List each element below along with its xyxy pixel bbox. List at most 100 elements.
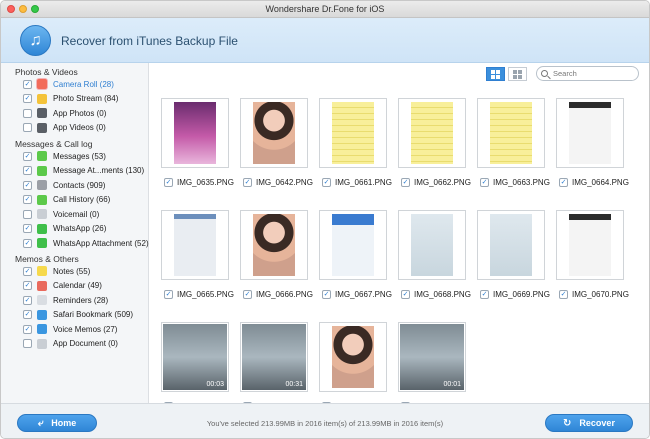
file-checkbox[interactable]	[559, 178, 568, 187]
whatsapp-attachment-icon	[37, 238, 47, 248]
voice-memos-icon	[37, 324, 47, 334]
app-videos-icon	[37, 122, 47, 133]
sidebar-item[interactable]: App Photos (0)	[23, 107, 106, 119]
chat-screenshot-thumbnail	[490, 214, 532, 276]
sidebar-category-heading: Photos & Videos	[15, 67, 78, 77]
sidebar-item-label: WhatsApp (26)	[53, 224, 107, 233]
notes-thumbnail	[490, 102, 532, 164]
file-thumbnail[interactable]	[556, 210, 624, 280]
file-thumbnail[interactable]	[556, 98, 624, 168]
file-thumbnail[interactable]: 00:03	[161, 322, 229, 392]
app-screenshot-thumbnail	[332, 214, 374, 276]
file-thumbnail[interactable]	[398, 98, 466, 168]
sidebar-item[interactable]: Photo Stream (84)	[23, 93, 118, 105]
sidebar-category-heading: Memos & Others	[15, 254, 79, 264]
camera-roll-icon	[37, 79, 47, 89]
sidebar-item-checkbox[interactable]	[23, 79, 32, 89]
notes-icon	[37, 266, 47, 276]
video-thumbnail: 00:31	[242, 324, 306, 390]
list-view-button[interactable]	[508, 67, 527, 81]
sidebar-item[interactable]: App Document (0)	[23, 338, 118, 350]
sidebar-item[interactable]: WhatsApp (26)	[23, 223, 106, 235]
sidebar-item[interactable]: Messages (53)	[23, 150, 106, 162]
sidebar-item-checkbox[interactable]	[23, 310, 32, 319]
file-checkbox[interactable]	[480, 290, 489, 299]
sidebar-item[interactable]: Reminders (28)	[23, 294, 108, 306]
file-label: IMG_0669.PNG	[480, 290, 550, 299]
sidebar-item[interactable]: Voice Memos (27)	[23, 323, 117, 335]
file-thumbnail[interactable]	[477, 210, 545, 280]
file-checkbox[interactable]	[164, 290, 173, 299]
sidebar-item-checkbox[interactable]	[23, 108, 32, 118]
file-thumbnail[interactable]	[319, 210, 387, 280]
sidebar-item-checkbox[interactable]	[23, 324, 32, 334]
file-label: IMG_0661.PNG	[322, 178, 392, 187]
sidebar-item-checkbox[interactable]	[23, 224, 32, 233]
recover-button[interactable]: ↻ Recover	[545, 414, 633, 432]
sidebar-category-heading: Messages & Call log	[15, 139, 93, 149]
file-thumbnail[interactable]: 00:31	[240, 322, 308, 392]
sidebar-item[interactable]: Contacts (909)	[23, 179, 105, 191]
file-checkbox[interactable]	[559, 290, 568, 299]
video-duration: 00:03	[206, 381, 224, 388]
video-thumbnail: 00:03	[163, 324, 227, 390]
grid-view-button[interactable]	[486, 67, 505, 81]
file-thumbnail[interactable]	[240, 210, 308, 280]
sidebar-item[interactable]: Camera Roll (28)	[23, 78, 114, 90]
sidebar-item[interactable]: Safari Bookmark (509)	[23, 309, 133, 321]
app-photos-icon	[37, 108, 47, 118]
app-document-icon	[37, 338, 47, 349]
messages-icon	[37, 151, 47, 161]
sidebar-item-label: App Photos (0)	[53, 108, 107, 118]
sidebar-item[interactable]: Notes (55)	[23, 265, 90, 277]
sidebar-item-checkbox[interactable]	[23, 238, 32, 248]
file-checkbox[interactable]	[243, 290, 252, 299]
sidebar-item-checkbox[interactable]	[23, 339, 32, 348]
sidebar-item-label: Voicemail (0)	[53, 209, 100, 219]
sidebar-item[interactable]: App Videos (0)	[23, 122, 106, 134]
file-checkbox[interactable]	[322, 178, 331, 187]
sidebar-item-checkbox[interactable]	[23, 180, 32, 190]
sidebar-item-checkbox[interactable]	[23, 295, 32, 305]
lockscreen-thumbnail	[174, 102, 216, 164]
file-name: IMG_0666.PNG	[256, 290, 313, 299]
sidebar-item-checkbox[interactable]	[23, 195, 32, 204]
file-checkbox[interactable]	[401, 290, 410, 299]
file-thumbnail[interactable]	[398, 210, 466, 280]
file-label: IMG_0666.PNG	[243, 290, 313, 299]
sidebar-item-label: Message At...ments (130)	[53, 166, 145, 175]
sidebar-item-checkbox[interactable]	[23, 266, 32, 276]
sidebar-item-label: App Document (0)	[53, 339, 118, 348]
file-thumbnail[interactable]	[161, 98, 229, 168]
sidebar-item-checkbox[interactable]	[23, 151, 32, 161]
sidebar-item[interactable]: Calendar (49)	[23, 280, 102, 292]
file-thumbnail[interactable]	[319, 322, 387, 392]
grid-view-icon	[491, 69, 500, 79]
sidebar-item-checkbox[interactable]	[23, 281, 32, 290]
sidebar-item-checkbox[interactable]	[23, 123, 32, 132]
sidebar-item-label: Call History (66)	[53, 195, 111, 204]
file-thumbnail[interactable]	[240, 98, 308, 168]
settings-screenshot-thumbnail	[174, 214, 216, 276]
file-thumbnail[interactable]	[477, 98, 545, 168]
content-toolbar	[149, 63, 649, 85]
file-name: IMG_0662.PNG	[414, 178, 471, 187]
window-title: Wondershare Dr.Fone for iOS	[265, 4, 385, 14]
file-checkbox[interactable]	[322, 290, 331, 299]
file-thumbnail[interactable]	[161, 210, 229, 280]
sidebar-item[interactable]: Call History (66)	[23, 194, 110, 206]
file-checkbox[interactable]	[243, 178, 252, 187]
list-view-icon	[513, 69, 522, 79]
file-checkbox[interactable]	[401, 178, 410, 187]
search-input[interactable]	[536, 66, 639, 81]
file-checkbox[interactable]	[164, 178, 173, 187]
file-checkbox[interactable]	[480, 178, 489, 187]
sidebar-item[interactable]: Voicemail (0)	[23, 208, 99, 220]
sidebar-item[interactable]: Message At...ments (130)	[23, 165, 144, 177]
file-thumbnail[interactable]: 00:01	[398, 322, 466, 392]
sidebar-item-checkbox[interactable]	[23, 166, 32, 175]
sidebar-item-checkbox[interactable]	[23, 94, 32, 103]
sidebar-item-checkbox[interactable]	[23, 209, 32, 219]
sidebar-item[interactable]: WhatsApp Attachment (52)	[23, 237, 149, 249]
file-thumbnail[interactable]	[319, 98, 387, 168]
